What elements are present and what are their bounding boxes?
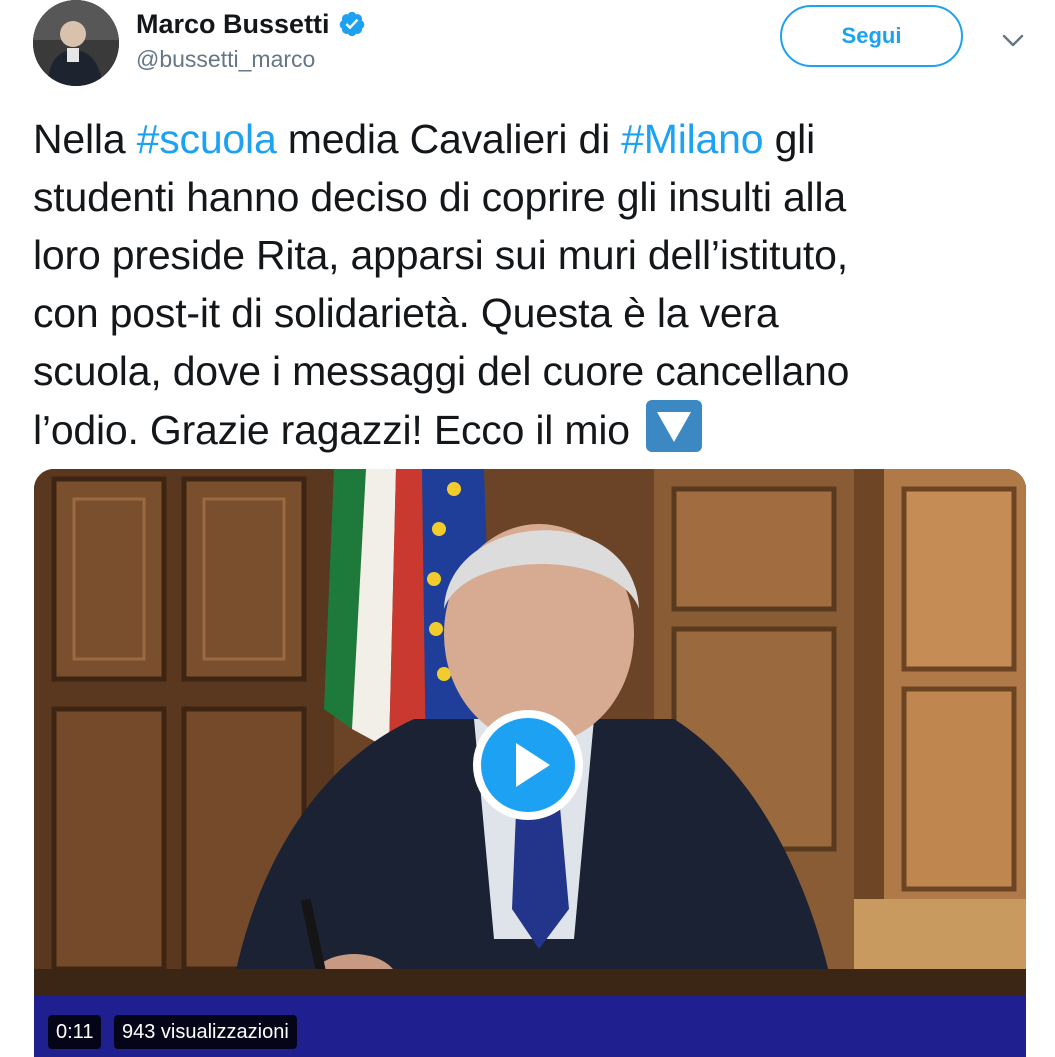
tweet-text-line: loro preside Rita, apparsi sui muri dell… [33,232,848,278]
hashtag-link[interactable]: #scuola [137,116,277,162]
tweet-text-line: studenti hanno deciso di coprire gli ins… [33,174,846,220]
tweet-text-segment: gli [763,116,816,162]
tweet-text: Nella #scuola media Cavalieri di #Milano… [33,110,1043,459]
verified-badge-icon [338,10,366,38]
video-player[interactable]: 0:11 943 visualizzazioni [34,469,1026,1057]
tweet-text-line: Nella #scuola media Cavalieri di #Milano… [33,110,1043,168]
tweet-text-segment: media Cavalieri di [276,116,622,162]
author-name-row[interactable]: Marco Bussetti [136,4,366,44]
tweet-text-segment: Nella [33,116,137,162]
play-icon[interactable] [470,707,586,823]
avatar[interactable] [33,0,119,86]
tweet-text-line: scuola, dove i messaggi del cuore cancel… [33,348,850,394]
follow-button[interactable]: Segui [780,5,963,67]
hashtag-link[interactable]: #Milano [621,116,763,162]
tweet-text-line: l’odio. Grazie ragazzi! Ecco il mio [33,400,1043,459]
chevron-down-icon[interactable] [1000,28,1026,54]
down-button-emoji-icon [645,400,703,452]
video-duration-badge: 0:11 [48,1015,102,1049]
tweet-text-line: con post-it di solidarietà. Questa è la … [33,290,779,336]
tweet-text-segment: l’odio. Grazie ragazzi! Ecco il mio [33,407,642,453]
video-views-badge: 943 visualizzazioni [114,1015,297,1049]
author-handle[interactable]: @bussetti_marco [136,46,315,73]
author-display-name[interactable]: Marco Bussetti [136,9,330,40]
